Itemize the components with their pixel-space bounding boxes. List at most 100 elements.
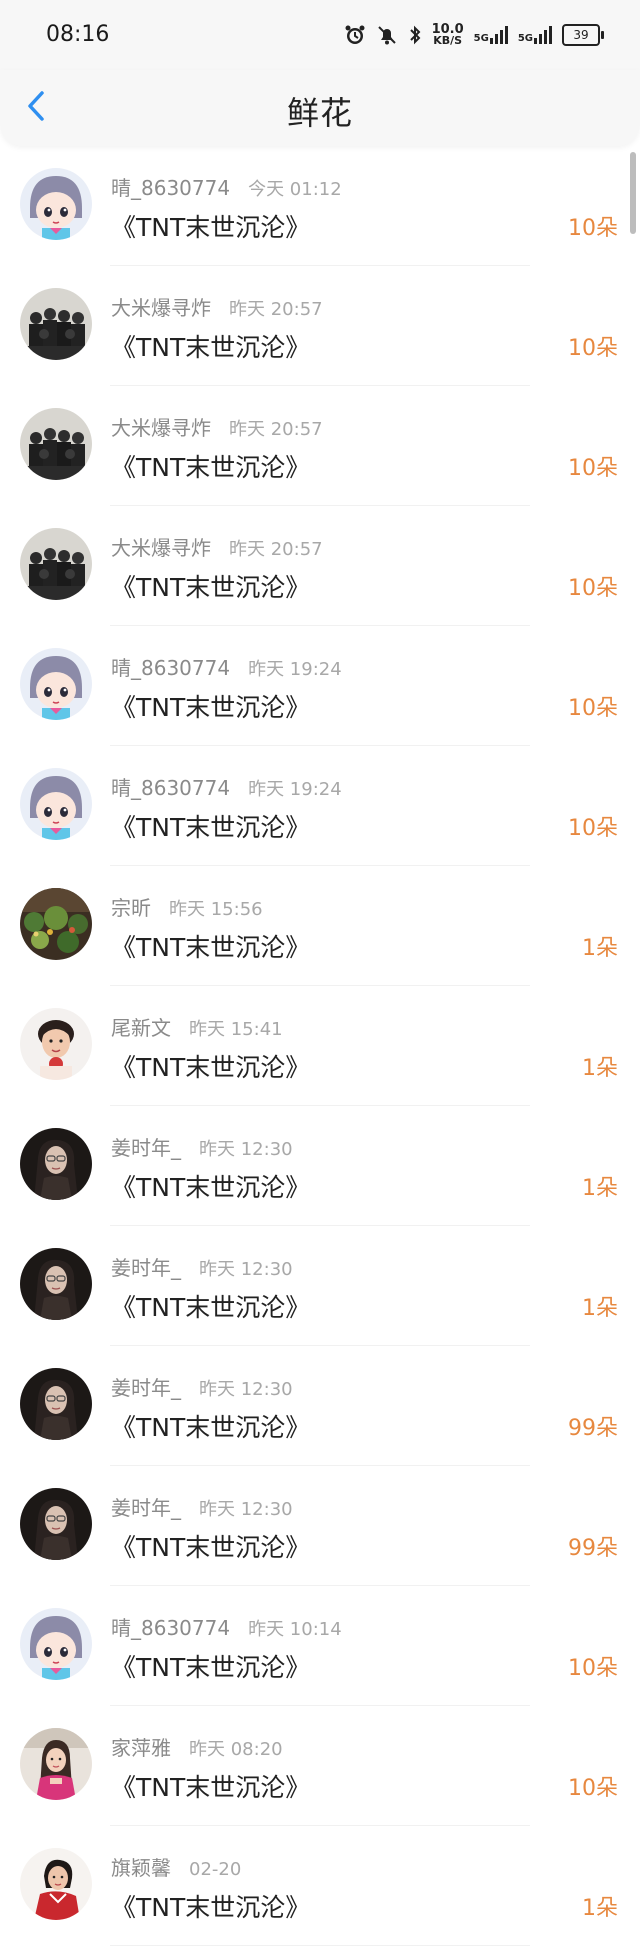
username[interactable]: 姜时年_ <box>111 1496 181 1520</box>
timestamp: 昨天 20:57 <box>229 299 323 320</box>
list-item-meta: 晴_8630774 昨天 19:24 <box>111 652 342 681</box>
timestamp: 昨天 15:56 <box>169 899 263 920</box>
username[interactable]: 姜时年_ <box>111 1136 181 1160</box>
page-title: 鲜花 <box>286 94 353 132</box>
timestamp: 昨天 19:24 <box>248 659 342 680</box>
timestamp: 昨天 12:30 <box>199 1139 293 1160</box>
timestamp: 昨天 08:20 <box>189 1739 283 1760</box>
list-item[interactable]: 晴_8630774 昨天 10:14 《TNT末世沉沦》 10朵 <box>0 1586 640 1706</box>
list-item-meta: 晴_8630774 今天 01:12 <box>111 172 342 201</box>
timestamp: 昨天 12:30 <box>199 1379 293 1400</box>
status-time: 08:16 <box>46 22 110 47</box>
timestamp: 昨天 12:30 <box>199 1499 293 1520</box>
status-icons: 10.0 KB/S 5G 5G 39 <box>344 20 604 50</box>
username[interactable]: 姜时年_ <box>111 1256 181 1280</box>
work-title: 《TNT末世沉沦》 <box>111 693 311 722</box>
list-item[interactable]: 旗颖馨 02-20 《TNT末世沉沦》 1朵 <box>0 1826 640 1946</box>
list-item-meta: 大米爆寻炸 昨天 20:57 <box>111 412 323 441</box>
username[interactable]: 宗昕 <box>111 896 151 920</box>
net-speed: 10.0 KB/S <box>432 23 464 47</box>
list-item[interactable]: 晴_8630774 昨天 19:24 《TNT末世沉沦》 10朵 <box>0 626 640 746</box>
avatar[interactable] <box>20 1848 92 1920</box>
list-item-meta: 姜时年_ 昨天 12:30 <box>111 1132 293 1161</box>
username[interactable]: 家萍雅 <box>111 1736 171 1760</box>
bluetooth-icon <box>408 24 422 46</box>
list-item[interactable]: 姜时年_ 昨天 12:30 《TNT末世沉沦》 99朵 <box>0 1466 640 1586</box>
list-item-meta: 旗颖馨 02-20 <box>111 1852 241 1881</box>
list-item[interactable]: 姜时年_ 昨天 12:30 《TNT末世沉沦》 99朵 <box>0 1346 640 1466</box>
avatar[interactable] <box>20 888 92 960</box>
flower-count: 10朵 <box>568 816 618 841</box>
username[interactable]: 晴_8630774 <box>111 176 230 200</box>
list-item[interactable]: 宗昕 昨天 15:56 《TNT末世沉沦》 1朵 <box>0 866 640 986</box>
username[interactable]: 晴_8630774 <box>111 1616 230 1640</box>
avatar[interactable] <box>20 1248 92 1320</box>
avatar[interactable] <box>20 768 92 840</box>
work-title: 《TNT末世沉沦》 <box>111 1173 311 1202</box>
flower-count: 10朵 <box>568 576 618 601</box>
work-title: 《TNT末世沉沦》 <box>111 1293 311 1322</box>
list-item[interactable]: 晴_8630774 昨天 19:24 《TNT末世沉沦》 10朵 <box>0 746 640 866</box>
flower-count: 99朵 <box>568 1536 618 1561</box>
avatar[interactable] <box>20 1368 92 1440</box>
list-item-meta: 姜时年_ 昨天 12:30 <box>111 1372 293 1401</box>
username[interactable]: 晴_8630774 <box>111 656 230 680</box>
list-item-meta: 尾新文 昨天 15:41 <box>111 1012 283 1041</box>
username[interactable]: 旗颖馨 <box>111 1856 171 1880</box>
work-title: 《TNT末世沉沦》 <box>111 1893 311 1922</box>
username[interactable]: 大米爆寻炸 <box>111 296 211 320</box>
net-speed-unit: KB/S <box>433 34 463 47</box>
username[interactable]: 晴_8630774 <box>111 776 230 800</box>
list-item[interactable]: 家萍雅 昨天 08:20 《TNT末世沉沦》 10朵 <box>0 1706 640 1826</box>
work-title: 《TNT末世沉沦》 <box>111 1053 311 1082</box>
status-bar: 08:16 10.0 KB/S 5G 5G 39 <box>0 0 640 70</box>
flower-count: 10朵 <box>568 336 618 361</box>
avatar[interactable] <box>20 288 92 360</box>
work-title: 《TNT末世沉沦》 <box>111 1413 311 1442</box>
timestamp: 昨天 12:30 <box>199 1259 293 1280</box>
avatar[interactable] <box>20 408 92 480</box>
timestamp: 昨天 20:57 <box>229 419 323 440</box>
list-item-meta: 大米爆寻炸 昨天 20:57 <box>111 532 323 561</box>
flower-count: 1朵 <box>582 1176 618 1201</box>
flower-count: 10朵 <box>568 216 618 241</box>
avatar[interactable] <box>20 1008 92 1080</box>
username[interactable]: 尾新文 <box>111 1016 171 1040</box>
username[interactable]: 大米爆寻炸 <box>111 536 211 560</box>
signal-label: 5G <box>517 33 533 44</box>
flower-count: 1朵 <box>582 1296 618 1321</box>
list-item[interactable]: 大米爆寻炸 昨天 20:57 《TNT末世沉沦》 10朵 <box>0 506 640 626</box>
avatar[interactable] <box>20 1728 92 1800</box>
list-item[interactable]: 大米爆寻炸 昨天 20:57 《TNT末世沉沦》 10朵 <box>0 266 640 386</box>
list-item[interactable]: 姜时年_ 昨天 12:30 《TNT末世沉沦》 1朵 <box>0 1226 640 1346</box>
list-item-meta: 姜时年_ 昨天 12:30 <box>111 1492 293 1521</box>
list-item-meta: 家萍雅 昨天 08:20 <box>111 1732 283 1761</box>
avatar[interactable] <box>20 1608 92 1680</box>
avatar[interactable] <box>20 528 92 600</box>
work-title: 《TNT末世沉沦》 <box>111 453 311 482</box>
flower-count: 1朵 <box>582 1056 618 1081</box>
list-item-meta: 宗昕 昨天 15:56 <box>111 892 263 921</box>
username[interactable]: 姜时年_ <box>111 1376 181 1400</box>
list-item-meta: 大米爆寻炸 昨天 20:57 <box>111 292 323 321</box>
avatar[interactable] <box>20 1488 92 1560</box>
list-item[interactable]: 晴_8630774 今天 01:12 《TNT末世沉沦》 10朵 <box>0 146 640 266</box>
work-title: 《TNT末世沉沦》 <box>111 1653 311 1682</box>
work-title: 《TNT末世沉沦》 <box>111 213 311 242</box>
flower-count: 99朵 <box>568 1416 618 1441</box>
username[interactable]: 大米爆寻炸 <box>111 416 211 440</box>
list-item[interactable]: 大米爆寻炸 昨天 20:57 《TNT末世沉沦》 10朵 <box>0 386 640 506</box>
timestamp: 今天 01:12 <box>248 179 342 200</box>
work-title: 《TNT末世沉沦》 <box>111 1533 311 1562</box>
list-item[interactable]: 姜时年_ 昨天 12:30 《TNT末世沉沦》 1朵 <box>0 1106 640 1226</box>
signal-icon: 5G <box>518 26 552 44</box>
avatar[interactable] <box>20 648 92 720</box>
avatar[interactable] <box>20 168 92 240</box>
work-title: 《TNT末世沉沦》 <box>111 333 311 362</box>
flower-count: 10朵 <box>568 1656 618 1681</box>
flower-count: 1朵 <box>582 1896 618 1921</box>
flower-count: 1朵 <box>582 936 618 961</box>
signal-label: 5G <box>473 33 489 44</box>
avatar[interactable] <box>20 1128 92 1200</box>
list-item[interactable]: 尾新文 昨天 15:41 《TNT末世沉沦》 1朵 <box>0 986 640 1106</box>
